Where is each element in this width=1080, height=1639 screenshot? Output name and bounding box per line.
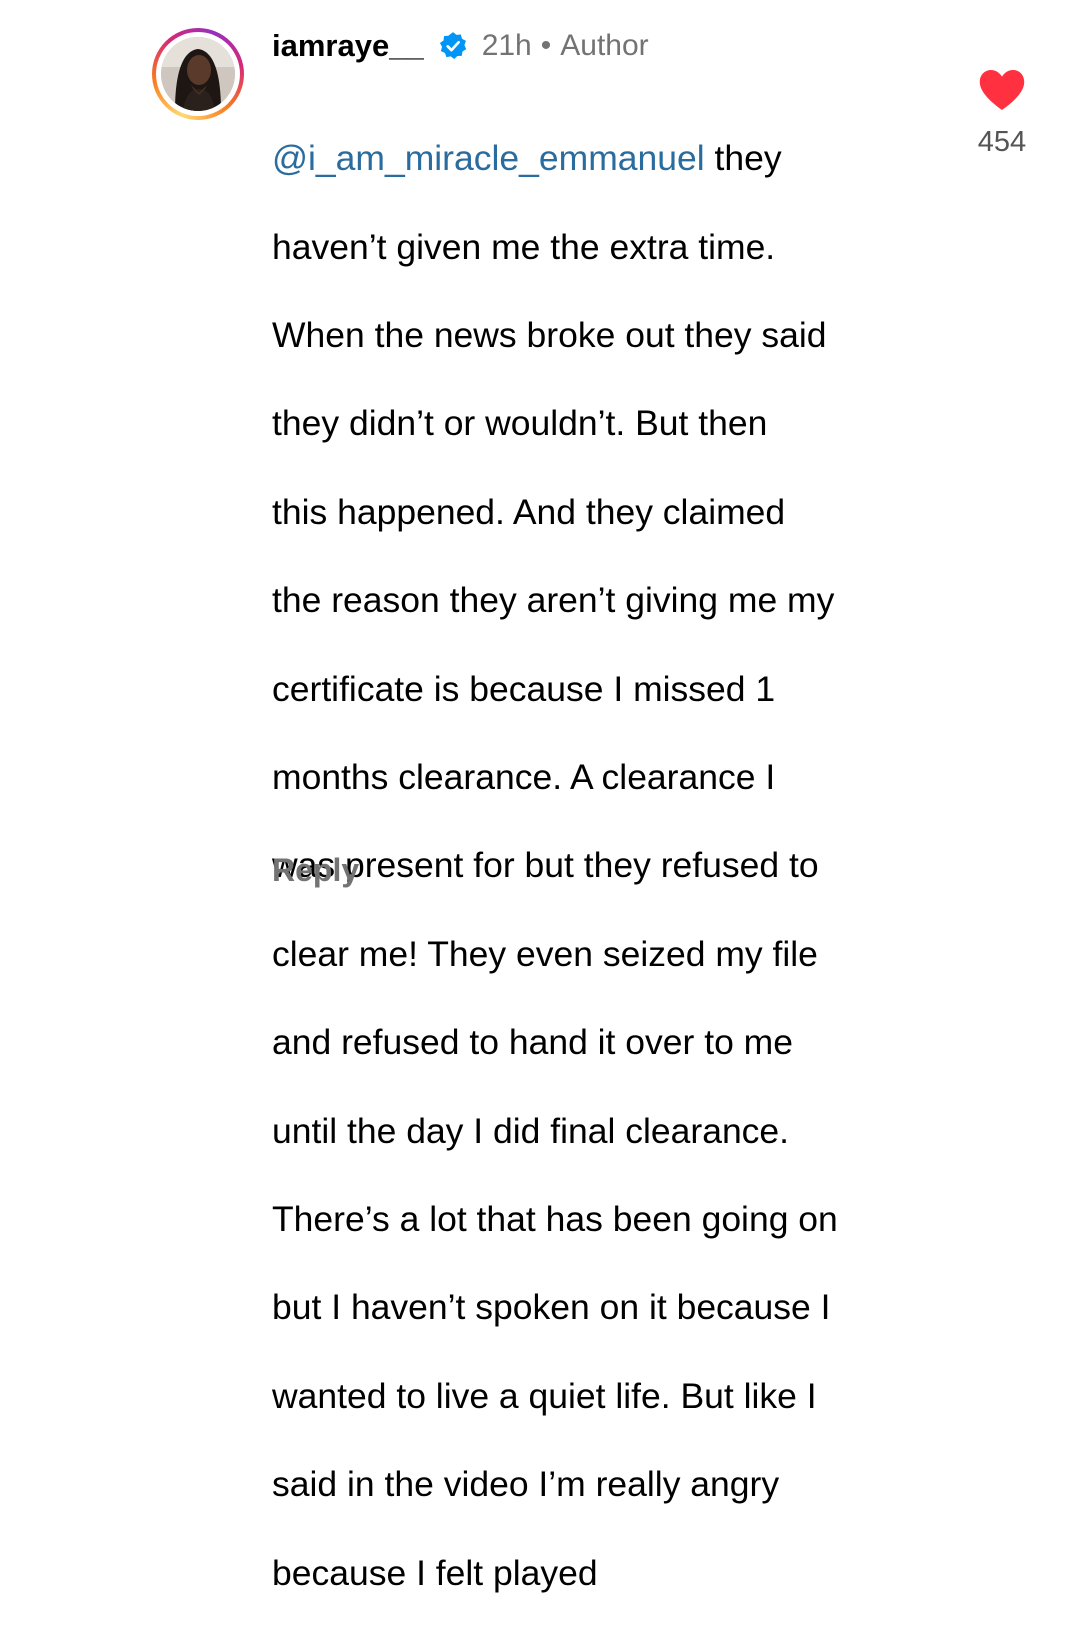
comment-line: because I felt played <box>272 1552 598 1593</box>
heart-icon[interactable] <box>978 68 1026 112</box>
timestamp[interactable]: 21h <box>482 29 532 63</box>
comment-line: months clearance. A clearance I <box>272 757 776 798</box>
comment-line: until the day I did final clearance. <box>272 1110 790 1151</box>
comment-line-text: they <box>704 138 782 179</box>
comment-line: @i_am_miracle_emmanuel they <box>272 136 972 180</box>
comment-header: iamraye__ 21h • Author <box>272 26 649 66</box>
comment-line: wanted to live a quiet life. But like I <box>272 1375 817 1416</box>
avatar[interactable] <box>152 28 244 120</box>
comment-line: certificate is because I missed 1 <box>272 668 776 709</box>
comment-line: said in the video I’m really angry <box>272 1464 780 1505</box>
comment-line: this happened. And they claimed <box>272 491 786 532</box>
comment-line: When the news broke out they said <box>272 315 827 356</box>
like-count: 454 <box>977 126 1027 158</box>
comment-line: clear me! They even seized my file <box>272 933 818 974</box>
comment-line: but I haven’t spoken on it because I <box>272 1287 831 1328</box>
like-area: 454 <box>962 68 1042 159</box>
comment-line: the reason they aren’t giving me my <box>272 580 835 621</box>
comment-text: @i_am_miracle_emmanuel they haven’t give… <box>272 92 972 1639</box>
comment-line: and refused to hand it over to me <box>272 1022 793 1063</box>
comment-line: was present for but they refused to <box>272 845 819 886</box>
username[interactable]: iamraye__ <box>272 28 424 64</box>
comment-line: haven’t given me the extra time. <box>272 226 776 267</box>
comment: iamraye__ 21h • Author @i_am_miracle_emm… <box>0 0 1080 1593</box>
author-badge: Author <box>560 29 649 62</box>
separator-dot: • <box>540 29 552 62</box>
avatar-photo-graphic <box>161 37 235 111</box>
comment-line: they didn’t or wouldn’t. But then <box>272 403 768 444</box>
avatar-photo <box>161 37 235 111</box>
mention-link[interactable]: @i_am_miracle_emmanuel <box>272 138 705 178</box>
verified-badge-icon <box>439 32 466 60</box>
reply-button[interactable]: Reply <box>272 852 359 889</box>
comment-line: There’s a lot that has been going on <box>272 1199 838 1240</box>
